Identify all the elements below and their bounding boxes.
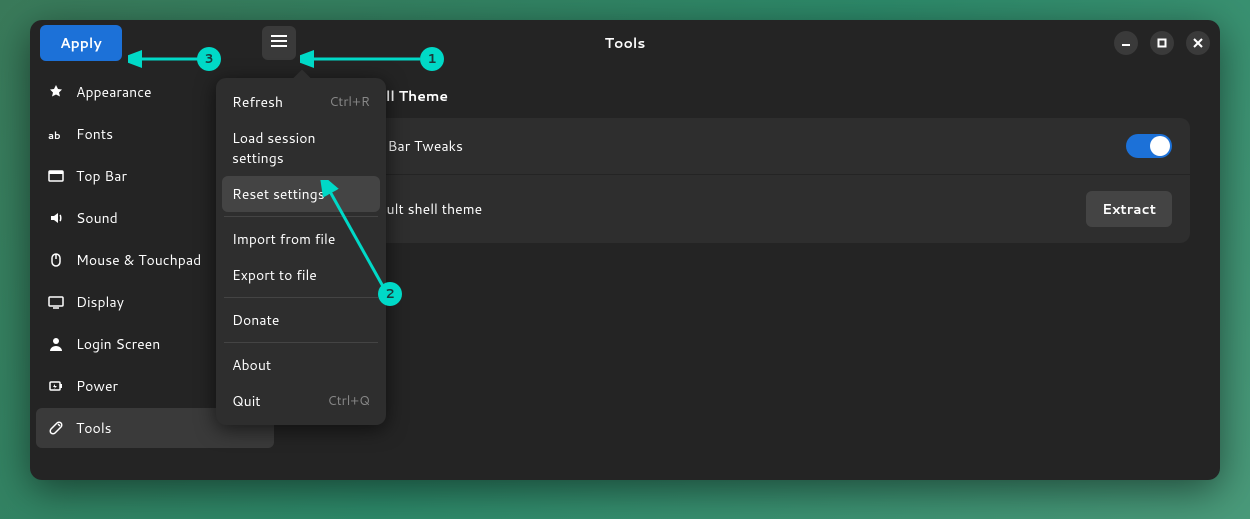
menu-item-label: Export to file (232, 265, 317, 285)
titlebar: Apply Tools (30, 20, 1220, 66)
menu-item-export[interactable]: Export to file (222, 257, 380, 293)
display-icon (48, 294, 64, 310)
hamburger-menu-button[interactable] (262, 26, 296, 60)
sidebar-item-label: Mouse & Touchpad (76, 250, 201, 270)
menu-item-label: Refresh (232, 92, 283, 112)
sound-icon (48, 210, 64, 226)
menu-separator (224, 216, 378, 217)
menu-item-accel: Ctrl+R (329, 93, 370, 111)
app-window: Apply Tools Appearance ab (30, 20, 1220, 480)
extract-button[interactable]: Extract (1086, 191, 1172, 227)
sidebar-item-label: Appearance (76, 82, 152, 102)
menu-separator (224, 342, 378, 343)
menu-item-about[interactable]: About (222, 347, 380, 383)
power-icon (48, 378, 64, 394)
body-area: Appearance ab Fonts Top Bar Sound Mouse … (30, 66, 1220, 480)
menu-item-refresh[interactable]: Refresh Ctrl+R (222, 84, 380, 120)
include-top-bar-toggle[interactable] (1126, 134, 1172, 158)
svg-text:ab: ab (48, 129, 61, 142)
hamburger-icon (271, 33, 287, 54)
window-controls (1114, 31, 1210, 55)
menu-item-label: Donate (232, 310, 279, 330)
sidebar-item-label: Sound (76, 208, 118, 228)
tools-icon (48, 420, 64, 436)
menu-item-import[interactable]: Import from file (222, 221, 380, 257)
login-icon (48, 336, 64, 352)
sidebar-item-label: Power (76, 376, 118, 396)
sidebar-item-label: Display (76, 292, 124, 312)
section-title: Default Shell Theme (298, 86, 1190, 106)
menu-item-accel: Ctrl+Q (327, 392, 370, 410)
hamburger-menu-popup: Refresh Ctrl+R Load session settings Res… (216, 78, 386, 425)
menu-separator (224, 297, 378, 298)
settings-group: Include Top Bar Tweaks Extract default s… (290, 118, 1190, 243)
setting-row-include-top-bar: Include Top Bar Tweaks (290, 118, 1190, 175)
apply-button[interactable]: Apply (40, 25, 122, 61)
sidebar-item-label: Tools (76, 418, 112, 438)
maximize-button[interactable] (1150, 31, 1174, 55)
content-area: Default Shell Theme Include Top Bar Twea… (280, 66, 1220, 480)
close-button[interactable] (1186, 31, 1210, 55)
setting-row-extract-theme: Extract default shell theme Extract (290, 175, 1190, 243)
maximize-icon (1157, 34, 1167, 53)
menu-item-load-session[interactable]: Load session settings (222, 120, 380, 176)
sidebar-item-label: Fonts (76, 124, 113, 144)
sidebar-item-label: Login Screen (76, 334, 160, 354)
sidebar-item-label: Top Bar (76, 166, 127, 186)
window-title: Tools (605, 33, 646, 53)
top-bar-icon (48, 168, 64, 184)
menu-item-donate[interactable]: Donate (222, 302, 380, 338)
minimize-button[interactable] (1114, 31, 1138, 55)
close-icon (1193, 34, 1203, 53)
menu-item-label: Quit (232, 391, 261, 411)
menu-item-label: Load session settings (232, 128, 370, 168)
minimize-icon (1121, 34, 1131, 53)
menu-item-quit[interactable]: Quit Ctrl+Q (222, 383, 380, 419)
menu-item-label: Reset settings (232, 184, 325, 204)
menu-item-reset-settings[interactable]: Reset settings (222, 176, 380, 212)
mouse-icon (48, 252, 64, 268)
menu-item-label: About (232, 355, 271, 375)
menu-item-label: Import from file (232, 229, 335, 249)
fonts-icon: ab (48, 126, 64, 142)
appearance-icon (48, 84, 64, 100)
